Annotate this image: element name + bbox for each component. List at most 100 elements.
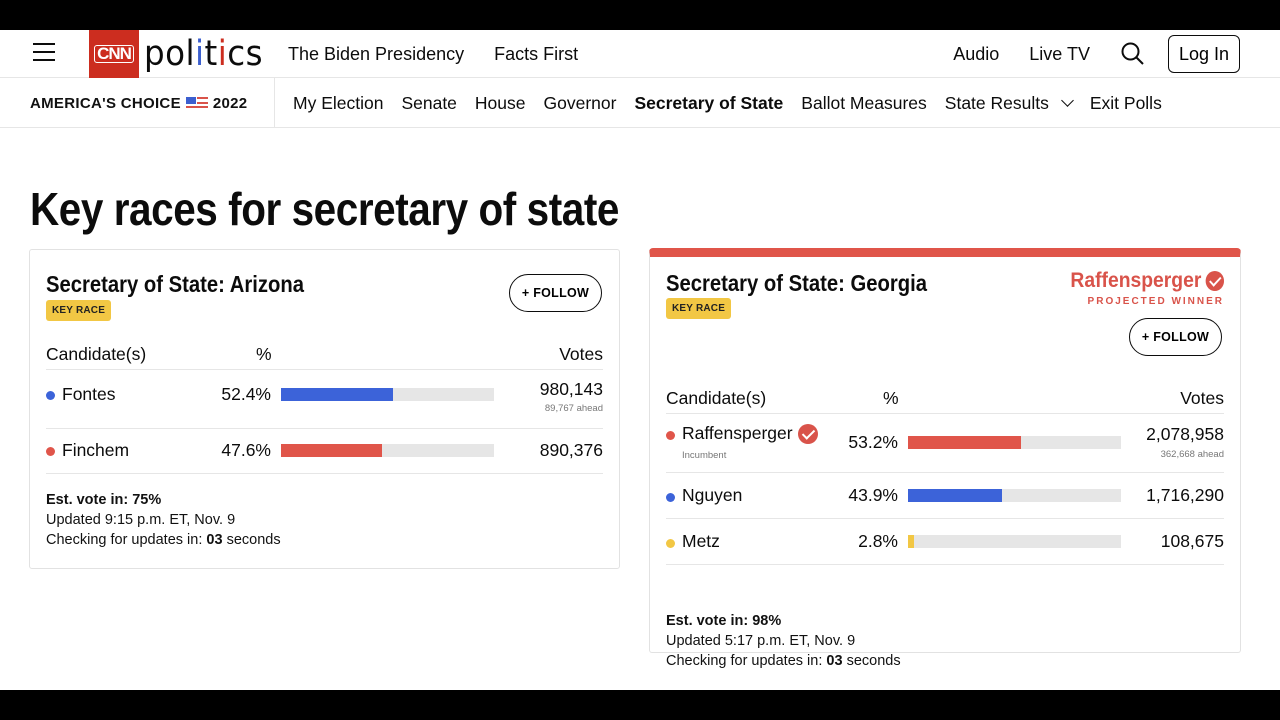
race-status: Est. vote in: 75% Updated 9:15 p.m. ET, … bbox=[46, 490, 281, 550]
candidate-votes: 2,078,958 bbox=[1146, 424, 1224, 444]
col-candidates: Candidate(s) bbox=[666, 388, 767, 408]
race-status: Est. vote in: 98% Updated 5:17 p.m. ET, … bbox=[666, 611, 901, 671]
party-dot bbox=[666, 493, 675, 502]
votes-ahead: 362,668 ahead bbox=[1160, 449, 1224, 460]
party-dot bbox=[666, 539, 675, 548]
col-candidates: Candidate(s) bbox=[46, 344, 147, 364]
candidate-name: Finchem bbox=[62, 440, 130, 460]
candidate-name: Raffensperger bbox=[682, 423, 818, 444]
subnav-ballot-measures[interactable]: Ballot Measures bbox=[801, 93, 926, 114]
candidate-percent: 53.2% bbox=[848, 432, 898, 452]
election-subnav: AMERICA'S CHOICE 2022 My Election Senate… bbox=[0, 78, 1280, 128]
subnav-state-results[interactable]: State Results bbox=[944, 92, 1074, 114]
est-vote-in: Est. vote in: 75% bbox=[46, 492, 162, 508]
login-button[interactable]: Log In bbox=[1167, 35, 1240, 73]
race-title: Secretary of State: Georgia bbox=[666, 270, 927, 296]
letterbox-bottom bbox=[0, 690, 1280, 720]
candidate-name: Metz bbox=[682, 531, 720, 551]
candidate-row: Metz 2.8% 108,675 bbox=[666, 519, 1224, 565]
follow-button[interactable]: + FOLLOW bbox=[509, 274, 602, 312]
results-rows: Fontes 52.4% 980,143 89,767 ahead Finche… bbox=[46, 370, 603, 474]
nav-facts-first[interactable]: Facts First bbox=[494, 44, 578, 65]
candidate-votes: 890,376 bbox=[539, 440, 603, 460]
follow-button[interactable]: + FOLLOW bbox=[1129, 318, 1222, 356]
top-nav-left: The Biden Presidency Facts First bbox=[288, 30, 578, 78]
results-rows: Raffensperger Incumbent 53.2% 2,078,958 … bbox=[666, 414, 1224, 565]
brand-year: 2022 bbox=[212, 94, 248, 112]
cnn-logo-box: CNN bbox=[89, 30, 139, 78]
subnav-secretary-of-state[interactable]: Secretary of State bbox=[634, 93, 783, 114]
search-icon[interactable] bbox=[1120, 41, 1146, 67]
update-countdown: Checking for updates in: 03 seconds bbox=[46, 532, 281, 548]
winner-check-icon bbox=[797, 423, 818, 444]
subnav-items: My Election Senate House Governor Secret… bbox=[293, 78, 1162, 128]
nav-live-tv[interactable]: Live TV bbox=[1029, 44, 1090, 65]
candidate-row: Nguyen 43.9% 1,716,290 bbox=[666, 473, 1224, 519]
state-results-label: State Results bbox=[944, 92, 1049, 113]
projected-winner: Raffensperger PROJECTED WINNER bbox=[1057, 269, 1224, 307]
vote-share-fill bbox=[281, 444, 383, 457]
letterbox-top bbox=[0, 0, 1280, 30]
party-dot bbox=[46, 447, 55, 456]
candidate-votes: 1,716,290 bbox=[1146, 485, 1224, 505]
race-card-georgia: Secretary of State: Georgia KEY RACE Raf… bbox=[649, 248, 1241, 669]
candidate-row: Raffensperger Incumbent 53.2% 2,078,958 … bbox=[666, 414, 1224, 473]
candidate-percent: 43.9% bbox=[848, 485, 898, 505]
cnn-politics-logo[interactable]: CNN politics bbox=[89, 30, 272, 78]
col-percent: % bbox=[256, 344, 272, 364]
americas-choice-brand[interactable]: AMERICA'S CHOICE 2022 bbox=[30, 78, 247, 128]
col-votes: Votes bbox=[559, 344, 603, 364]
updated-time: Updated 9:15 p.m. ET, Nov. 9 bbox=[46, 512, 236, 528]
candidate-percent: 52.4% bbox=[221, 384, 271, 404]
subnav-divider bbox=[274, 78, 275, 128]
est-vote-in: Est. vote in: 98% bbox=[666, 613, 782, 629]
top-nav-right: Audio Live TV Log In bbox=[953, 30, 1240, 78]
vote-share-bar bbox=[908, 489, 1121, 502]
page-title: Key races for secretary of state bbox=[30, 183, 619, 235]
key-race-badge: KEY RACE bbox=[666, 298, 732, 319]
vote-share-bar bbox=[281, 388, 494, 401]
candidate-row: Finchem 47.6% 890,376 bbox=[46, 429, 603, 474]
subnav-governor[interactable]: Governor bbox=[544, 93, 617, 114]
nav-biden-presidency[interactable]: The Biden Presidency bbox=[288, 44, 464, 65]
candidate-votes: 980,143 bbox=[539, 379, 603, 399]
candidate-name: Fontes bbox=[62, 384, 116, 404]
candidate-row: Fontes 52.4% 980,143 89,767 ahead bbox=[46, 370, 603, 429]
candidate-votes: 108,675 bbox=[1160, 531, 1224, 551]
us-flag-icon bbox=[185, 96, 208, 110]
col-percent: % bbox=[883, 388, 899, 408]
winner-name: Raffensperger bbox=[1070, 269, 1224, 293]
vote-share-bar bbox=[281, 444, 494, 457]
subnav-house[interactable]: House bbox=[475, 93, 526, 114]
brand-text: AMERICA'S CHOICE bbox=[30, 94, 181, 112]
subnav-exit-polls[interactable]: Exit Polls bbox=[1090, 93, 1162, 114]
results-table-header: Candidate(s) % Votes bbox=[46, 340, 603, 370]
page: CNN politics The Biden Presidency Facts … bbox=[0, 30, 1280, 690]
vote-share-bar bbox=[908, 535, 1121, 548]
vote-share-fill bbox=[281, 388, 393, 401]
top-header: CNN politics The Biden Presidency Facts … bbox=[0, 30, 1280, 78]
vote-share-fill bbox=[908, 535, 914, 548]
results-table-header: Candidate(s) % Votes bbox=[666, 384, 1224, 414]
vote-share-fill bbox=[908, 489, 1002, 502]
hamburger-menu-icon[interactable] bbox=[33, 42, 55, 62]
votes-ahead: 89,767 ahead bbox=[544, 403, 603, 414]
subnav-my-election[interactable]: My Election bbox=[293, 93, 383, 114]
candidate-percent: 47.6% bbox=[221, 440, 271, 460]
candidate-name: Nguyen bbox=[682, 485, 743, 505]
winner-check-icon bbox=[1205, 271, 1224, 291]
key-race-badge: KEY RACE bbox=[46, 300, 112, 321]
subnav-senate[interactable]: Senate bbox=[401, 93, 456, 114]
projected-winner-label: PROJECTED WINNER bbox=[1087, 296, 1224, 307]
race-card-arizona: Secretary of State: Arizona KEY RACE + F… bbox=[29, 249, 620, 569]
politics-wordmark: politics bbox=[144, 34, 264, 74]
incumbent-label: Incumbent bbox=[682, 450, 727, 461]
party-dot bbox=[666, 431, 675, 440]
updated-time: Updated 5:17 p.m. ET, Nov. 9 bbox=[666, 633, 856, 649]
chevron-down-icon bbox=[1060, 93, 1074, 107]
vote-share-fill bbox=[908, 436, 1022, 449]
col-votes: Votes bbox=[1180, 388, 1224, 408]
party-dot bbox=[46, 391, 55, 400]
nav-audio[interactable]: Audio bbox=[953, 44, 999, 65]
candidate-percent: 2.8% bbox=[858, 531, 898, 551]
